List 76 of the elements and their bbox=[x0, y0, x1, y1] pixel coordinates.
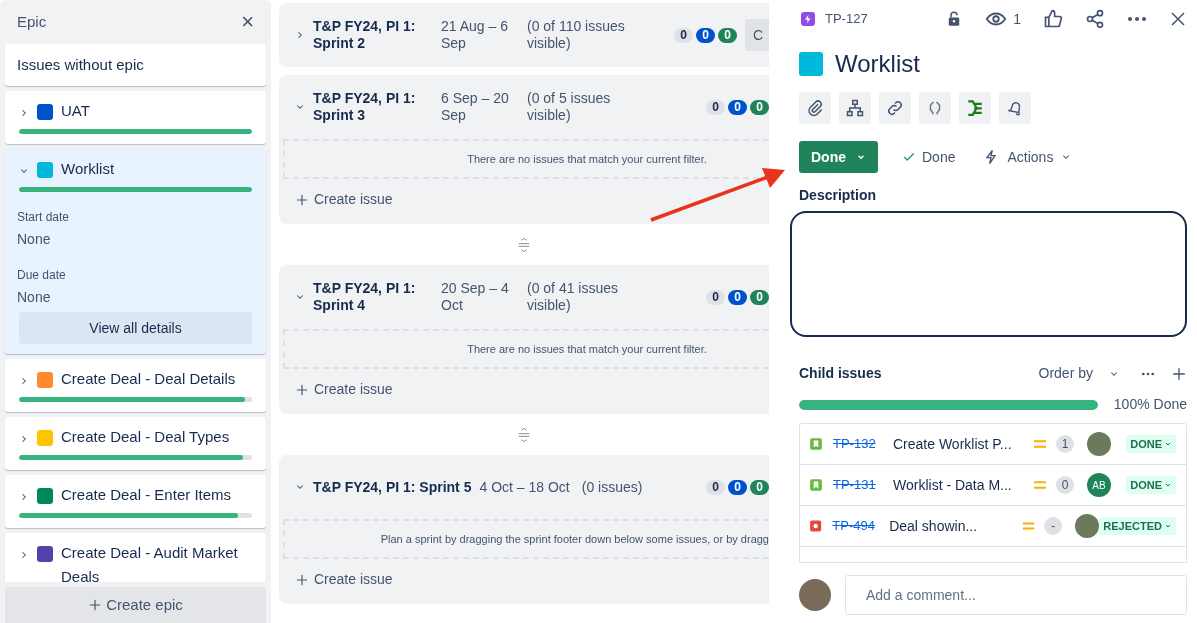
panel-title: Epic bbox=[17, 11, 47, 32]
count-badge: 0 bbox=[750, 99, 769, 115]
epic-card[interactable]: UAT bbox=[5, 91, 266, 144]
issue-title: Worklist bbox=[835, 49, 920, 79]
epic-card[interactable]: Create Deal - Deal Details bbox=[5, 359, 266, 412]
sprint-dates: 20 Sep – 4 Oct bbox=[441, 280, 510, 314]
epic-card[interactable]: Worklist Start date None Due date None View all details bbox=[5, 149, 266, 354]
count-badge: - bbox=[1044, 517, 1063, 535]
count-badge: 0 bbox=[750, 479, 769, 495]
epic-name: Create Deal - Deal Types bbox=[61, 427, 230, 447]
create-epic-button[interactable]: Create epic bbox=[5, 587, 266, 623]
issue-key-link[interactable]: TP-132 bbox=[833, 434, 893, 454]
empty-message: There are no issues that match your current filter. bbox=[283, 139, 769, 179]
issue-key-link[interactable]: TP-127 bbox=[825, 9, 868, 29]
sprint-dates: 21 Aug – 6 Sep bbox=[441, 18, 509, 52]
count-badge: 0 bbox=[706, 479, 725, 495]
status-button[interactable]: Done bbox=[799, 141, 878, 173]
view-details-button[interactable]: View all details bbox=[19, 312, 252, 344]
comment-field[interactable]: Add a comment... bbox=[845, 575, 1187, 615]
count-badge: 0 bbox=[718, 27, 737, 43]
epic-name: Create Deal - Audit Market Deals bbox=[61, 543, 239, 582]
create-issue-button[interactable]: Create issue bbox=[295, 189, 393, 210]
order-by-button[interactable]: Order by bbox=[1038, 363, 1119, 384]
epic-card[interactable]: Create Deal - Deal Types bbox=[5, 417, 266, 470]
sprint-dates: 6 Sep – 20 Sep bbox=[441, 90, 510, 124]
empty-message: There are no issues that match your current filter. bbox=[283, 329, 769, 369]
create-issue-button[interactable]: Create issue bbox=[295, 379, 393, 400]
count-badge: 0 bbox=[674, 27, 693, 43]
status-dropdown[interactable]: DONE bbox=[1126, 476, 1176, 494]
field-label: Start date bbox=[17, 209, 71, 226]
sprint-action-button[interactable]: C bbox=[745, 19, 769, 51]
issue-count: (0 of 5 issues visible) bbox=[527, 90, 612, 124]
issue-summary: Worklist - Data M... bbox=[893, 475, 1013, 495]
status-dropdown[interactable]: DONE bbox=[1126, 435, 1176, 453]
count-badge: 0 bbox=[1056, 476, 1074, 494]
sprint-title: T&P FY24, PI 1: Sprint 4 bbox=[313, 280, 417, 314]
count-badge: 0 bbox=[728, 479, 747, 495]
progress-text: 100% Done bbox=[1113, 395, 1187, 414]
field-value: None bbox=[17, 230, 52, 249]
section-label: Description bbox=[798, 186, 877, 205]
resolution-label: Done bbox=[902, 146, 956, 168]
field-value: None bbox=[17, 288, 52, 307]
epic-item[interactable]: Issues without epic bbox=[5, 44, 266, 86]
avatar: AB bbox=[1087, 473, 1111, 497]
epic-card[interactable]: Create Deal - Enter Items bbox=[5, 475, 266, 528]
issue-summary: Deal showin... bbox=[889, 516, 979, 536]
count-badge: 0 bbox=[750, 289, 769, 305]
sprint-dates: 4 Oct – 18 Oct bbox=[479, 477, 570, 497]
count-badge: 0 bbox=[728, 99, 747, 115]
epic-card[interactable]: Create Deal - Audit Market Deals bbox=[5, 533, 266, 582]
empty-message: Plan a sprint by dragging the sprint footer down below some issues, or by dragg bbox=[283, 519, 769, 559]
issue-key-link[interactable]: TP-131 bbox=[833, 475, 893, 495]
actions-button[interactable]: Actions bbox=[983, 146, 1072, 168]
sprint-title: T&P FY24, PI 1: Sprint 2 bbox=[313, 18, 417, 52]
close-button[interactable]: × bbox=[241, 11, 254, 33]
create-issue-button[interactable]: Create issue bbox=[295, 569, 393, 590]
count-badge: 0 bbox=[728, 289, 747, 305]
epic-name: Create Deal - Deal Details bbox=[61, 369, 236, 389]
watch-button[interactable]: 1 bbox=[985, 8, 1021, 30]
count-badge: 0 bbox=[706, 289, 725, 305]
issue-count: (0 of 41 issues visible) bbox=[527, 280, 620, 314]
epic-name: Create Deal - Enter Items bbox=[61, 485, 232, 505]
count-badge: 0 bbox=[696, 27, 715, 43]
field-label: Due date bbox=[17, 267, 67, 284]
issue-key-link[interactable]: TP-494 bbox=[832, 516, 890, 536]
count-badge: 0 bbox=[706, 99, 725, 115]
count-badge: 1 bbox=[1056, 435, 1074, 453]
epic-name: Worklist bbox=[61, 159, 115, 179]
status-dropdown[interactable]: REJECTED bbox=[1099, 517, 1176, 535]
epic-name: UAT bbox=[61, 101, 90, 121]
sprint-title: T&P FY24, PI 1: Sprint 3 bbox=[313, 90, 417, 124]
issue-summary: Create Worklist P... bbox=[893, 434, 1013, 454]
issue-count: (0 issues) bbox=[581, 477, 643, 497]
sprint-title: T&P FY24, PI 1: Sprint 5 bbox=[313, 477, 472, 497]
section-label: Child issues bbox=[799, 364, 882, 383]
issue-count: (0 of 110 issues visible) bbox=[527, 18, 626, 52]
